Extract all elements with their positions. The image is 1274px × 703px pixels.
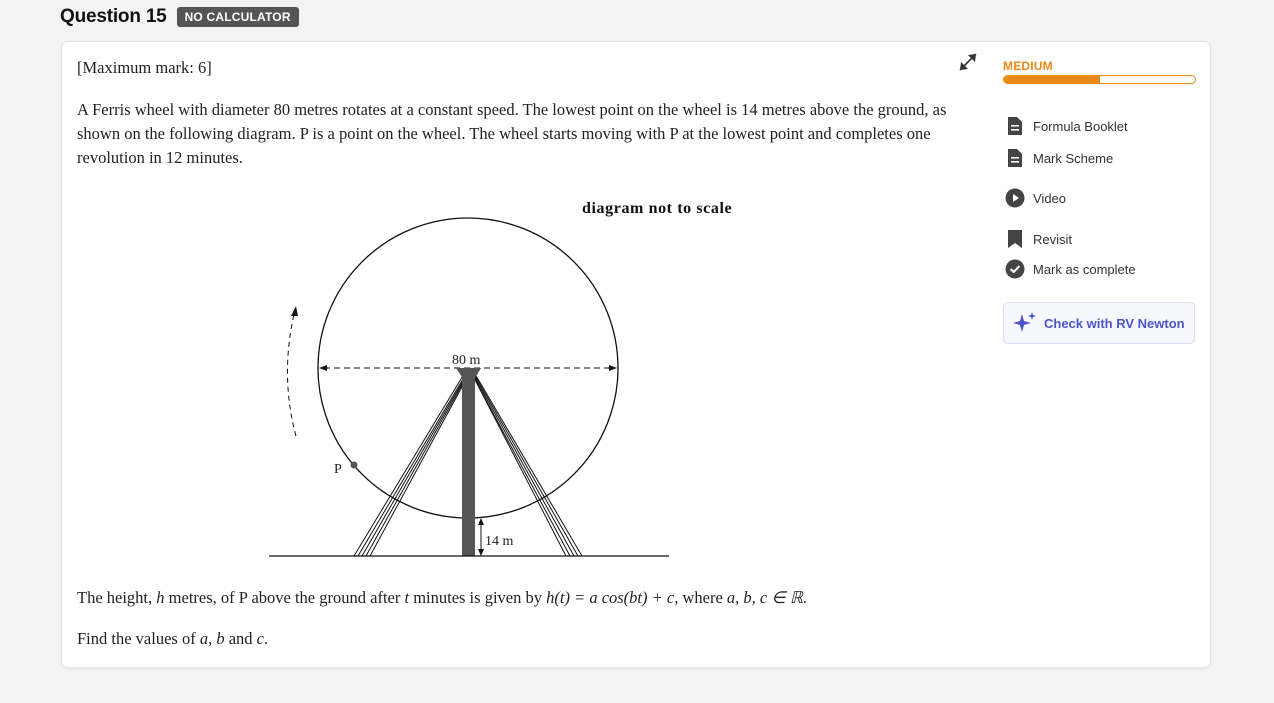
difficulty-label: MEDIUM [1003, 59, 1053, 73]
difficulty-bar [1003, 75, 1196, 84]
video-link[interactable]: Video [1005, 188, 1066, 208]
mark-complete-label: Mark as complete [1033, 261, 1136, 277]
find-statement: Find the values of a, b and c. [77, 629, 268, 649]
mark-scheme-link[interactable]: Mark Scheme [1005, 148, 1113, 168]
text-segment: Find the values of [77, 629, 200, 648]
sparkle-icon [1013, 312, 1036, 332]
document-icon [1005, 148, 1025, 168]
expand-icon[interactable] [954, 48, 982, 76]
max-mark: [Maximum mark: 6] [77, 58, 212, 77]
point-p-label: P [334, 462, 342, 477]
rotation-arrowhead [291, 306, 298, 316]
height-arrow-down [478, 549, 484, 556]
point-p [350, 461, 358, 469]
text-segment: metres, of P above the ground after [164, 588, 405, 607]
play-icon [1005, 188, 1025, 208]
diameter-arrow-right [609, 365, 617, 371]
question-header: Question 15 NO CALCULATOR [60, 6, 299, 28]
document-icon [1005, 116, 1025, 136]
no-calculator-badge: NO CALCULATOR [176, 7, 299, 27]
ferris-wheel-diagram: diagram not to scale 80 m 14 m P [269, 200, 732, 557]
height-label: 14 m [485, 534, 514, 549]
revisit-label: Revisit [1033, 231, 1073, 247]
question-intro: A Ferris wheel with diameter 80 metres r… [77, 100, 947, 167]
bookmark-icon [1005, 229, 1025, 249]
text-segment: . [802, 588, 808, 607]
right-legs [471, 373, 583, 557]
mark-scheme-label: Mark Scheme [1033, 150, 1114, 166]
diameter-arrow-left [319, 365, 327, 371]
central-pillar [462, 374, 475, 556]
text-segment: and [224, 629, 257, 648]
text-segment: minutes is given by [409, 588, 547, 607]
formula-booklet-label: Formula Booklet [1033, 118, 1128, 134]
rotation-arrow [287, 313, 297, 437]
text-segment: The height, [77, 588, 157, 607]
text-segment: . [263, 629, 269, 648]
formula-booklet-link[interactable]: Formula Booklet [1005, 116, 1128, 136]
params: a, b, c ∈ ℝ [726, 588, 803, 607]
diameter-label: 80 m [452, 353, 481, 368]
text-segment: , where [674, 588, 727, 607]
video-label: Video [1033, 190, 1067, 206]
var-h: h [156, 588, 165, 607]
var-c: c [256, 629, 264, 648]
mark-complete-link[interactable]: Mark as complete [1005, 259, 1136, 279]
check-with-rv-newton-button[interactable]: Check with RV Newton [1003, 302, 1195, 344]
revisit-link[interactable]: Revisit [1005, 229, 1072, 249]
height-statement: The height, h metres, of P above the gro… [77, 588, 807, 608]
height-arrow-up [478, 518, 484, 525]
question-title: Question 15 [60, 6, 167, 27]
vars-ab: a, b [199, 629, 225, 648]
formula: h(t) = a cos(bt) + c [546, 588, 675, 607]
check-circle-icon [1005, 259, 1025, 279]
check-button-label: Check with RV Newton [1044, 315, 1185, 331]
diagram-caption: diagram not to scale [582, 200, 732, 217]
question-card: [Maximum mark: 6] A Ferris wheel with di… [61, 41, 1211, 668]
difficulty-bar-fill [1004, 76, 1100, 83]
left-legs [353, 373, 470, 557]
